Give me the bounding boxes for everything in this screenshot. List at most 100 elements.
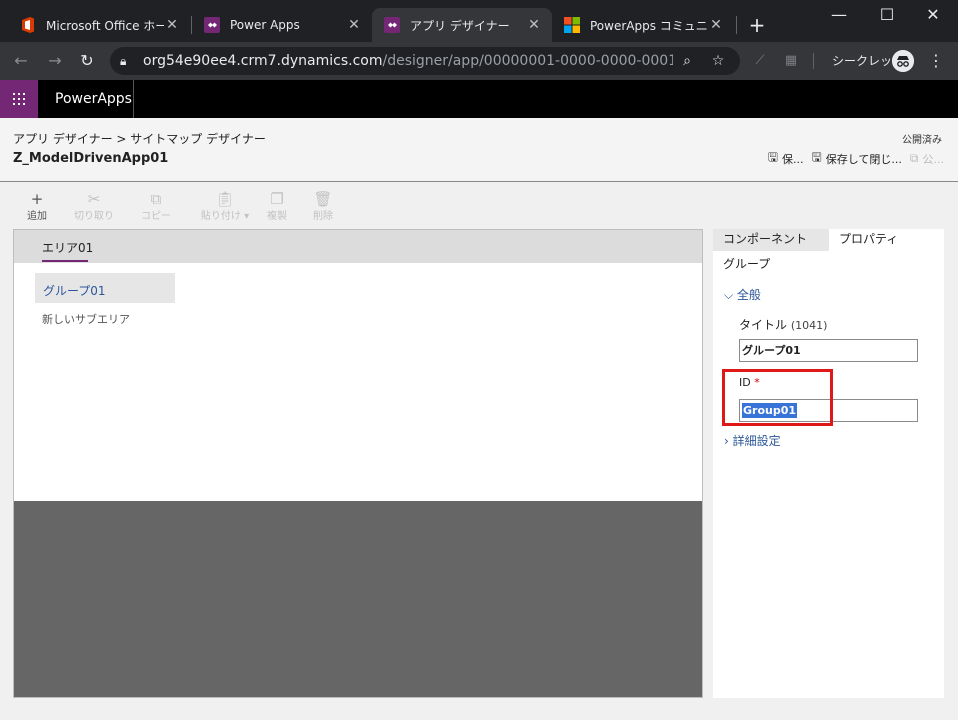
- plus-icon: +: [30, 190, 44, 208]
- bookmark-star-icon[interactable]: ☆: [707, 47, 729, 75]
- app-bar: PowerApps: [0, 80, 958, 118]
- add-button[interactable]: + 追加: [24, 191, 50, 222]
- office-icon: [20, 17, 36, 33]
- close-icon[interactable]: ✕: [526, 17, 542, 33]
- tab-title: アプリ デザイナー: [410, 18, 510, 33]
- close-icon[interactable]: ✕: [164, 17, 180, 33]
- add-label: 追加: [27, 211, 47, 222]
- publish-status: 公開済み: [902, 135, 942, 146]
- copy-button[interactable]: ⧉ コピー: [138, 191, 174, 222]
- publish-button[interactable]: ⧉ 公...: [910, 151, 944, 167]
- new-tab-button[interactable]: +: [745, 12, 769, 38]
- save-icon: 🖫︎: [767, 150, 779, 164]
- page-title: Z_ModelDrivenApp01: [13, 151, 169, 166]
- area-tab-underline: [42, 260, 88, 262]
- duplicate-button[interactable]: ❐ 複製: [264, 191, 290, 222]
- area-tab[interactable]: エリア01: [42, 239, 93, 256]
- delete-button[interactable]: 🗑︎ 削除: [310, 191, 336, 222]
- advanced-label: 詳細設定: [732, 434, 781, 448]
- canvas-content: エリア01 グループ01 新しいサブエリア: [14, 230, 702, 501]
- breadcrumb-sitemap-designer: サイトマップ デザイナー: [130, 132, 266, 146]
- zoom-search-icon[interactable]: ⌕: [676, 47, 698, 75]
- trash-icon: 🗑︎: [313, 190, 333, 208]
- browser-tab-app-designer[interactable]: アプリ デザイナー ✕: [372, 8, 552, 42]
- sitemap-canvas: エリア01 グループ01 新しいサブエリア: [13, 229, 703, 698]
- incognito-icon[interactable]: [892, 50, 914, 72]
- save-button[interactable]: 🖫︎ 保...: [768, 148, 804, 169]
- breadcrumb-separator: >: [116, 132, 127, 146]
- forward-button[interactable]: →: [42, 48, 68, 74]
- header-actions: 🖫︎ 保... 🖫︎ 保存して閉じ... ⧉ 公...: [760, 148, 944, 169]
- advanced-section-toggle[interactable]: › 詳細設定: [724, 432, 781, 449]
- browser-menu-icon[interactable]: ⋮: [928, 51, 944, 70]
- powerapps-icon: [384, 17, 400, 33]
- save-close-icon: 🖫︎: [811, 150, 822, 164]
- scissors-icon: ✂: [87, 190, 101, 208]
- title-label-text: タイトル: [739, 318, 788, 332]
- window-close-button[interactable]: ✕: [910, 0, 956, 32]
- save-close-label: 保存して閉じ...: [825, 152, 902, 166]
- paste-label: 貼り付け: [200, 211, 241, 222]
- general-label: 全般: [736, 288, 761, 302]
- waffle-menu-icon[interactable]: [0, 80, 38, 118]
- title-input[interactable]: グループ01: [739, 339, 918, 362]
- url-path: /designer/app/00000001-0000-0000-0001-00…: [382, 53, 673, 69]
- address-bar[interactable]: 🔒︎ org54e90ee4.crm7.dynamics.com/designe…: [110, 47, 740, 75]
- tab-divider: [736, 16, 737, 34]
- save-and-close-button[interactable]: 🖫︎ 保存して閉じ...: [812, 148, 902, 169]
- browser-tab-powerapps[interactable]: Power Apps ✕: [192, 8, 372, 42]
- chevron-down-icon: ▾: [240, 211, 250, 222]
- tab-title: Power Apps: [230, 18, 300, 32]
- group-tile[interactable]: グループ01: [35, 273, 175, 303]
- tab-properties[interactable]: プロパティ: [829, 229, 944, 251]
- panel-tabs: コンポーネント プロパティ: [713, 229, 944, 251]
- breadcrumb: アプリ デザイナー > サイトマップ デザイナー: [13, 130, 266, 147]
- url-text[interactable]: org54e90ee4.crm7.dynamics.com/designer/a…: [143, 47, 673, 75]
- browser-tab-community[interactable]: PowerApps コミュニティ ✕: [552, 8, 734, 42]
- publish-icon: ⧉: [909, 151, 919, 165]
- extension-grid-icon[interactable]: ▦: [782, 52, 800, 70]
- powerapps-icon: [204, 17, 220, 33]
- browser-toolbar: ← → ↻ 🔒︎ org54e90ee4.crm7.dynamics.com/d…: [0, 42, 958, 80]
- minimize-button[interactable]: —: [816, 0, 862, 32]
- browser-tab-strip: Microsoft Office ホーム ✕ Power Apps ✕ アプリ …: [0, 0, 958, 42]
- paste-icon: 📋︎: [215, 190, 235, 208]
- toolbar-divider: [813, 53, 814, 69]
- duplicate-icon: ❐: [270, 190, 284, 208]
- duplicate-label: 複製: [267, 211, 287, 222]
- title-label-count: (1041): [790, 319, 828, 332]
- breadcrumb-app-designer[interactable]: アプリ デザイナー: [13, 132, 113, 146]
- subarea-item[interactable]: 新しいサブエリア: [42, 311, 130, 327]
- general-section-toggle[interactable]: ⌵ 全般: [724, 286, 761, 303]
- area-bar: エリア01: [14, 230, 702, 263]
- delete-label: 削除: [313, 211, 333, 222]
- cut-label: 切り取り: [74, 211, 114, 222]
- command-bar: + 追加 ✂ 切り取り ⧉ コピー 📋︎ 貼り付け ▾ ❐ 複製 🗑︎ 削除: [0, 183, 958, 229]
- paste-button[interactable]: 📋︎ 貼り付け ▾: [196, 191, 254, 222]
- close-icon[interactable]: ✕: [708, 17, 724, 33]
- app-brand[interactable]: PowerApps: [55, 80, 132, 118]
- microsoft-icon: [564, 17, 580, 33]
- group-label: グループ01: [43, 284, 106, 298]
- lock-icon: 🔒︎: [120, 54, 127, 68]
- url-host: org54e90ee4.crm7.dynamics.com: [143, 53, 383, 69]
- browser-tab-office[interactable]: Microsoft Office ホーム ✕: [8, 8, 190, 42]
- tab-components[interactable]: コンポーネント: [713, 229, 829, 251]
- tab-title: PowerApps コミュニティ: [590, 18, 708, 33]
- reload-button[interactable]: ↻: [74, 48, 100, 74]
- publish-label: 公...: [922, 152, 945, 166]
- properties-panel: コンポーネント プロパティ グループ ⌵ 全般 タイトル (1041) グループ…: [713, 229, 944, 698]
- copy-label: コピー: [141, 211, 171, 222]
- save-label: 保...: [782, 152, 804, 166]
- chevron-right-icon: ›: [724, 434, 733, 448]
- close-icon[interactable]: ✕: [346, 17, 362, 33]
- extension-icon[interactable]: ⟋: [751, 52, 769, 70]
- brand-divider: [133, 80, 134, 118]
- copy-icon: ⧉: [150, 190, 162, 208]
- back-button[interactable]: ←: [8, 48, 34, 74]
- cut-button[interactable]: ✂ 切り取り: [72, 191, 116, 222]
- maximize-button[interactable]: ☐: [864, 0, 910, 32]
- chevron-down-icon: ⌵: [724, 288, 737, 302]
- tab-title: Microsoft Office ホーム: [46, 18, 164, 33]
- panel-section-title: グループ: [723, 257, 771, 271]
